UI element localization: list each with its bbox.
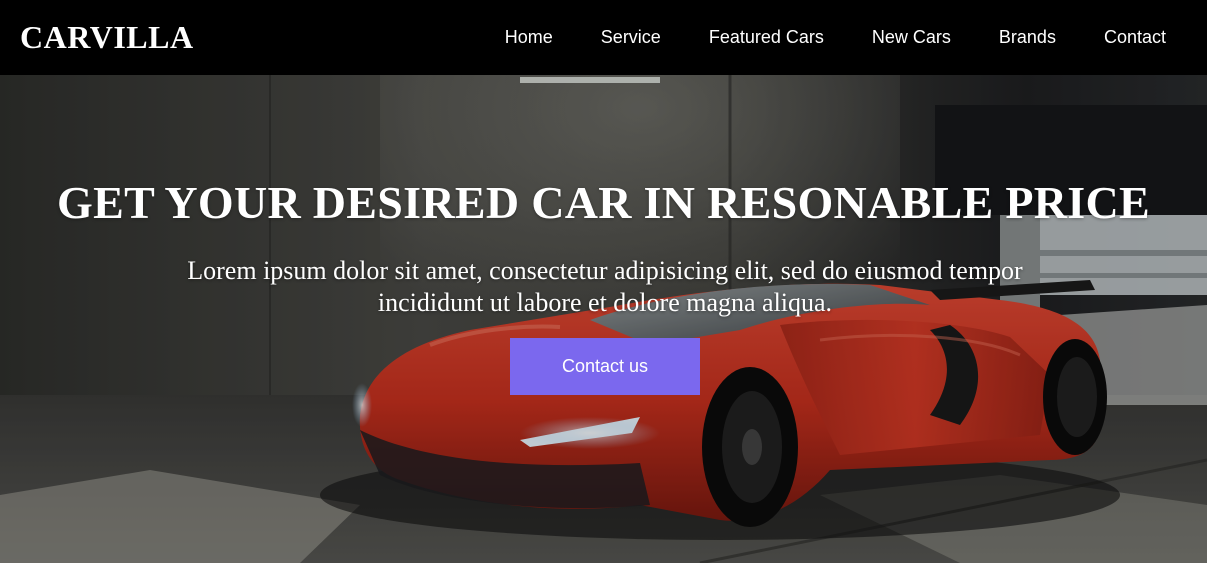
hero-section: GET YOUR DESIRED CAR IN RESONABLE PRICE …	[0, 75, 1207, 563]
site-header: CARVILLA Home Service Featured Cars New …	[0, 0, 1207, 75]
contact-us-button[interactable]: Contact us	[510, 338, 700, 395]
main-nav: Home Service Featured Cars New Cars Bran…	[505, 25, 1166, 49]
hero-background-image	[0, 75, 1207, 563]
brand-logo[interactable]: CARVILLA	[20, 18, 194, 56]
nav-item-home[interactable]: Home	[505, 25, 553, 49]
hero-title: GET YOUR DESIRED CAR IN RESONABLE PRICE	[57, 177, 1150, 228]
page: CARVILLA Home Service Featured Cars New …	[0, 0, 1207, 563]
hero-description: Lorem ipsum dolor sit amet, consectetur …	[187, 256, 1023, 317]
nav-item-new-cars[interactable]: New Cars	[872, 25, 951, 49]
nav-item-contact[interactable]: Contact	[1104, 25, 1166, 49]
nav-item-brands[interactable]: Brands	[999, 25, 1056, 49]
nav-item-featured-cars[interactable]: Featured Cars	[709, 25, 824, 49]
nav-item-service[interactable]: Service	[601, 25, 661, 49]
